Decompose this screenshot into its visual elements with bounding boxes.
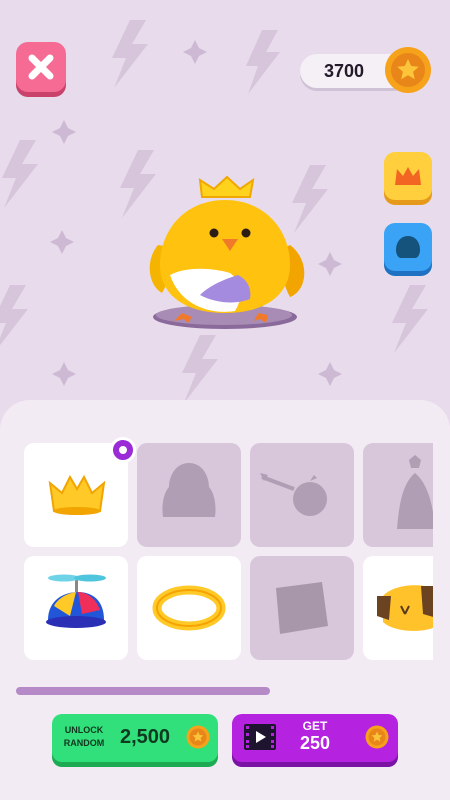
box-silhouette-icon xyxy=(276,582,328,634)
item-locked-box[interactable] xyxy=(250,556,354,660)
dog-mask-icon xyxy=(377,585,433,631)
hood-silhouette-icon xyxy=(162,463,216,517)
halo-icon xyxy=(152,585,226,631)
coin-star-icon xyxy=(186,725,210,749)
item-locked-arrow-apple[interactable] xyxy=(250,443,354,547)
unlock-label-line1: UNLOCK xyxy=(64,725,104,735)
scrollbar[interactable] xyxy=(16,687,270,695)
selected-indicator xyxy=(110,437,136,463)
wizard-hat-silhouette-icon xyxy=(397,455,433,529)
item-propeller-cap[interactable] xyxy=(24,556,128,660)
item-dog-mask[interactable] xyxy=(363,556,433,660)
bird-silhouette-icon xyxy=(396,236,420,258)
film-video-icon xyxy=(244,724,276,750)
item-locked-wizard-hat[interactable] xyxy=(363,443,433,547)
get-amount: 250 xyxy=(299,733,331,753)
arrow-apple-silhouette-icon xyxy=(260,473,327,516)
propeller-cap-icon xyxy=(46,574,106,628)
coin-star-icon xyxy=(365,725,389,749)
close-icon xyxy=(28,54,54,80)
inventory-grid xyxy=(24,443,433,663)
unlock-label-line2: RANDOM xyxy=(63,738,105,748)
unlock-random-label: UNLOCK RANDOM xyxy=(60,724,108,750)
get-label: GET xyxy=(302,719,328,733)
item-locked-hood[interactable] xyxy=(137,443,241,547)
coin-star-icon xyxy=(385,47,431,93)
chick-character xyxy=(149,175,305,329)
bird-category-button[interactable] xyxy=(384,223,432,271)
item-halo[interactable] xyxy=(137,556,241,660)
crown-category-button[interactable] xyxy=(384,152,432,200)
close-button[interactable] xyxy=(16,42,66,92)
crown-icon xyxy=(395,167,421,185)
unlock-price: 2,500 xyxy=(119,725,171,748)
coin-count: 3700 xyxy=(323,60,365,81)
